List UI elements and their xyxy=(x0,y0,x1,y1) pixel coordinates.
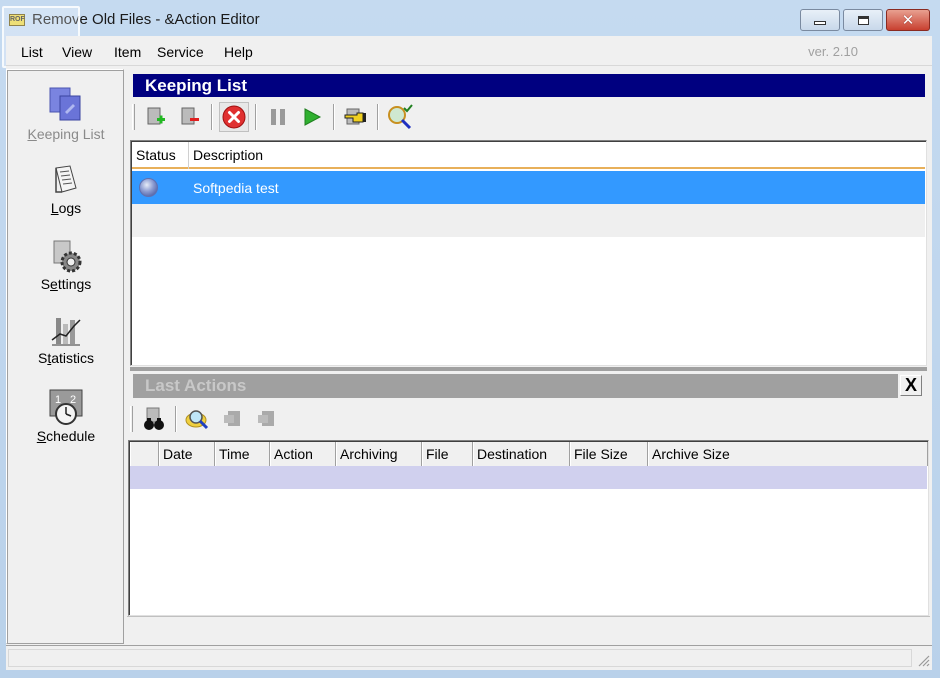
column-header-status[interactable]: Status xyxy=(132,142,189,169)
sidebar-item-statistics[interactable]: Statistics xyxy=(7,312,125,366)
remove-item-icon xyxy=(181,107,199,125)
close-button[interactable]: ✕ xyxy=(886,9,930,31)
status-panel xyxy=(8,649,912,667)
play-icon xyxy=(304,108,322,126)
stop-button[interactable] xyxy=(219,102,249,132)
pause-button[interactable] xyxy=(263,102,293,132)
bottom-panel xyxy=(127,616,930,644)
keeping-list-view[interactable]: Status Description Softpedia test xyxy=(130,140,927,366)
sidebar-item-label: Settings xyxy=(40,276,92,292)
toolbar-separator xyxy=(333,104,335,130)
export-icon xyxy=(258,411,274,426)
export-button-1[interactable] xyxy=(217,404,247,434)
maximize-button[interactable] xyxy=(843,9,883,31)
sidebar-item-label: Logs xyxy=(50,200,82,216)
last-actions-title: Last Actions xyxy=(133,374,898,398)
schedule-icon: 1 2 xyxy=(49,389,83,425)
last-actions-toolbar xyxy=(130,402,285,436)
sidebar-item-keeping-list[interactable]: Keeping List xyxy=(7,84,125,142)
column-header-archive-size[interactable]: Archive Size xyxy=(648,442,928,466)
toolbar-grip[interactable] xyxy=(132,104,135,130)
column-header-date[interactable]: Date xyxy=(159,442,215,466)
client-area: List View Item Service Help ver. 2.10 Ke… xyxy=(6,36,932,670)
sidebar-item-label: Schedule xyxy=(36,428,96,444)
last-actions-list-view[interactable]: Date Time Action Archiving File Destinat… xyxy=(128,440,929,616)
sidebar-item-label: Keeping List xyxy=(27,126,105,142)
column-header-destination[interactable]: Destination xyxy=(473,442,570,466)
export-button-2[interactable] xyxy=(251,404,281,434)
menu-help[interactable]: Help xyxy=(224,44,253,60)
remove-item-button[interactable] xyxy=(175,102,205,132)
close-icon: ✕ xyxy=(901,11,915,29)
table-row[interactable]: Softpedia test xyxy=(132,171,925,204)
svg-text:1: 1 xyxy=(55,394,61,406)
row-description: Softpedia test xyxy=(193,180,279,196)
empty-row xyxy=(130,466,927,489)
menu-list[interactable]: List xyxy=(21,44,43,60)
toolbar-grip[interactable] xyxy=(130,406,133,432)
export-icon xyxy=(224,411,240,426)
search-check-icon xyxy=(388,104,413,130)
menu-view[interactable]: View xyxy=(62,44,92,60)
last-actions-close-button[interactable]: X xyxy=(900,375,922,396)
keeping-list-header: Status Description xyxy=(132,142,925,169)
stop-icon xyxy=(222,105,246,129)
binoculars-icon xyxy=(144,407,164,430)
sidebar-item-settings[interactable]: Settings xyxy=(7,238,125,292)
app-window: ROF Remove Old Files - &Action Editor ✕ … xyxy=(0,0,940,678)
resize-grip-icon[interactable] xyxy=(916,653,930,667)
maximize-icon xyxy=(857,15,869,25)
column-header-time[interactable]: Time xyxy=(215,442,270,466)
column-header-file-size[interactable]: File Size xyxy=(570,442,648,466)
find-button[interactable] xyxy=(139,404,169,434)
magnifier-icon xyxy=(185,410,209,430)
toolbar-separator xyxy=(255,104,257,130)
toolbar-separator xyxy=(175,406,177,432)
logs-icon xyxy=(55,165,77,193)
run-button[interactable] xyxy=(297,102,327,132)
pause-icon xyxy=(271,109,285,125)
toolbar-separator xyxy=(211,104,213,130)
column-header-action[interactable]: Action xyxy=(270,442,336,466)
hand-pointer-icon xyxy=(344,108,366,125)
statistics-icon xyxy=(51,318,81,346)
column-header-description[interactable]: Description xyxy=(189,142,489,169)
last-actions-header: Date Time Action Archiving File Destinat… xyxy=(130,442,928,466)
keeping-list-icon xyxy=(49,87,81,121)
menu-service[interactable]: Service xyxy=(157,44,204,60)
view-button[interactable] xyxy=(183,404,213,434)
empty-row xyxy=(132,204,925,237)
settings-icon xyxy=(53,240,82,273)
add-item-button[interactable] xyxy=(141,102,171,132)
minimize-button[interactable] xyxy=(800,9,840,31)
sidebar-item-schedule[interactable]: 1 2 Schedule xyxy=(7,386,125,444)
title-bar[interactable]: ROF Remove Old Files - &Action Editor ✕ xyxy=(0,0,940,68)
column-header-archiving[interactable]: Archiving xyxy=(336,442,422,466)
status-bar xyxy=(6,645,932,669)
minimize-icon xyxy=(814,21,826,25)
version-label: ver. 2.10 xyxy=(808,44,858,59)
edit-item-button[interactable] xyxy=(341,102,371,132)
column-header-indicator[interactable] xyxy=(130,442,159,466)
menu-item[interactable]: Item xyxy=(114,44,141,60)
sidebar-item-label: Statistics xyxy=(37,350,95,366)
column-header-file[interactable]: File xyxy=(422,442,473,466)
sidebar: Keeping List Logs Settings Statistics 1 … xyxy=(6,69,124,644)
sidebar-item-logs[interactable]: Logs xyxy=(7,162,125,216)
splitter[interactable] xyxy=(130,367,927,371)
check-item-button[interactable] xyxy=(385,102,415,132)
menu-bar: List View Item Service Help ver. 2.10 xyxy=(6,36,932,66)
status-orb-icon xyxy=(139,178,158,197)
keeping-list-toolbar xyxy=(132,100,419,134)
toolbar-separator xyxy=(377,104,379,130)
add-item-icon xyxy=(147,107,165,125)
keeping-list-title: Keeping List xyxy=(133,74,925,97)
